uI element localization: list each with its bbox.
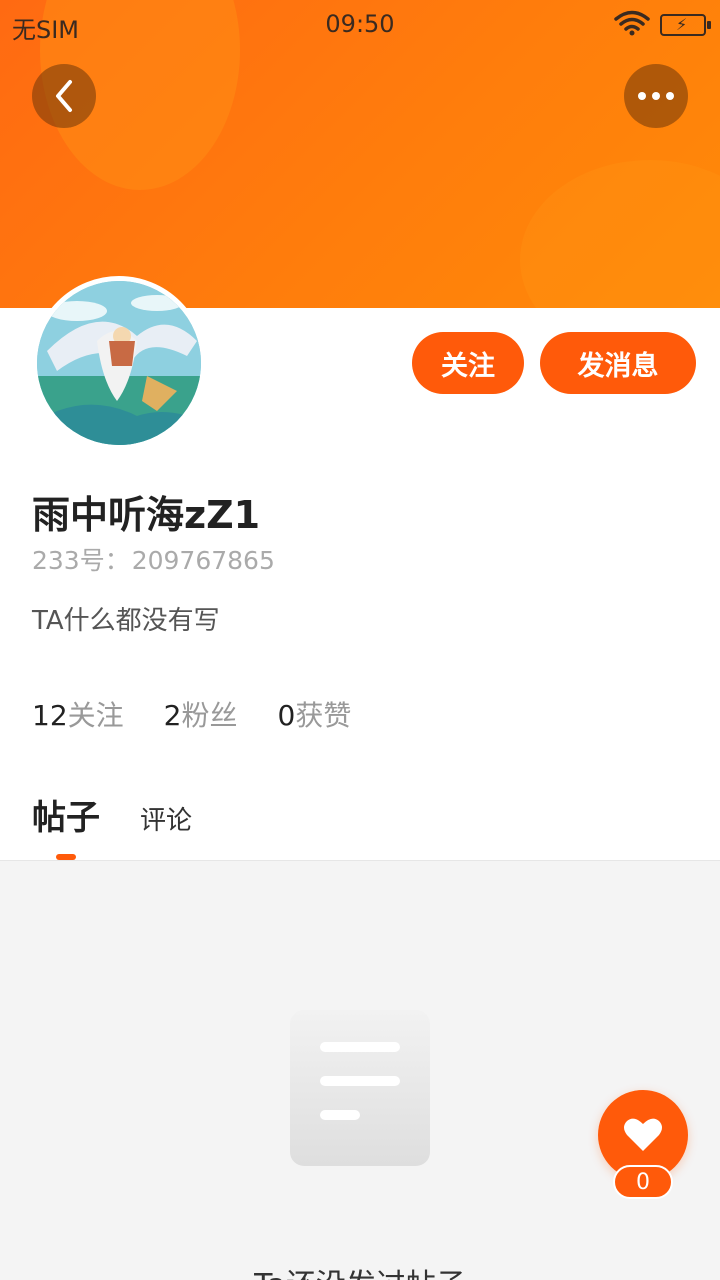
stat-likes[interactable]: 0获赞: [278, 694, 352, 734]
heart-icon: [624, 1118, 662, 1151]
wifi-icon: [614, 10, 650, 36]
like-count-badge: 0: [613, 1165, 673, 1199]
user-stats: 12关注 2粉丝 0获赞: [32, 694, 351, 734]
profile-card: 关注 发消息 雨中听海zZ1 233号：209767865 TA什么都没有写 1…: [0, 276, 720, 860]
more-dots-icon: [638, 92, 674, 100]
stat-label: 获赞: [295, 699, 352, 732]
stat-label: 关注: [67, 699, 124, 732]
user-nickname: 雨中听海zZ1: [32, 493, 261, 537]
user-id-label: 233号：: [32, 546, 130, 575]
empty-state-text: Ta还没发过帖子: [0, 1260, 720, 1280]
avatar-illustration: [37, 281, 201, 445]
back-button[interactable]: [32, 64, 96, 128]
send-message-button[interactable]: 发消息: [540, 332, 696, 394]
tab-posts-label: 帖子: [32, 798, 100, 838]
tab-posts[interactable]: 帖子: [32, 790, 100, 860]
stat-count: 12: [32, 699, 68, 732]
stat-label: 粉丝: [181, 699, 238, 732]
tab-comments[interactable]: 评论: [140, 800, 192, 837]
stat-count: 2: [163, 699, 182, 732]
clock: 09:50: [325, 10, 395, 38]
stat-count: 0: [277, 699, 296, 732]
stat-following[interactable]: 12关注: [32, 694, 124, 734]
avatar[interactable]: [32, 276, 206, 450]
battery-icon: ⚡: [660, 14, 711, 36]
content-tabs: 帖子 评论: [32, 790, 192, 860]
status-bar: 无SIM 09:50 ⚡: [0, 0, 720, 50]
user-bio: TA什么都没有写: [32, 606, 220, 636]
more-options-button[interactable]: [624, 64, 688, 128]
tab-comments-label: 评论: [140, 806, 193, 836]
stat-followers[interactable]: 2粉丝: [164, 694, 238, 734]
follow-button[interactable]: 关注: [412, 332, 524, 394]
user-id: 233号：209767865: [32, 541, 275, 577]
divider: [0, 860, 720, 861]
chevron-left-icon: [56, 80, 72, 112]
user-id-value: 209767865: [131, 546, 275, 575]
empty-document-icon: [290, 1010, 430, 1166]
